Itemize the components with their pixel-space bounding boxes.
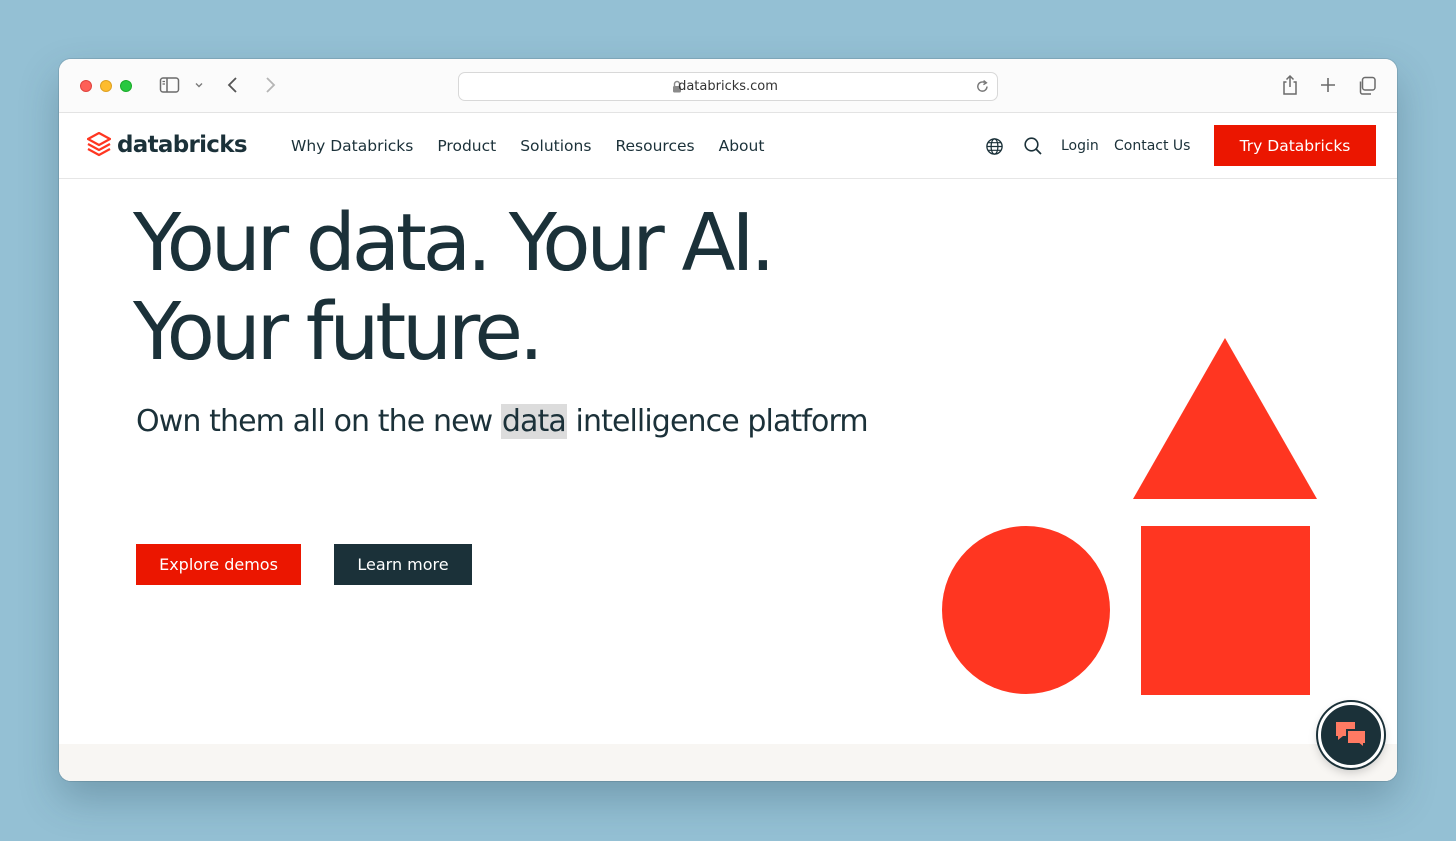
databricks-logo-icon <box>87 132 111 157</box>
share-icon[interactable] <box>1281 74 1299 96</box>
browser-toolbar: databricks.com <box>59 59 1397 113</box>
square-shape <box>1141 526 1310 695</box>
tabs-overview-icon[interactable] <box>1357 76 1377 96</box>
subline-text-end: intelligence platform <box>566 404 869 439</box>
browser-window: databricks.com databricks Why Databricks… <box>59 59 1397 781</box>
primary-nav: Why Databricks Product Solutions Resourc… <box>291 137 788 155</box>
chevron-down-icon[interactable] <box>194 80 204 90</box>
forward-icon[interactable] <box>263 76 277 94</box>
try-databricks-button[interactable]: Try Databricks <box>1214 125 1376 166</box>
zoom-window-button[interactable] <box>120 80 132 92</box>
hero-headline-line-2: Your future. <box>133 286 544 378</box>
globe-icon[interactable] <box>985 113 1004 179</box>
address-url[interactable]: databricks.com <box>459 79 997 94</box>
back-icon[interactable] <box>226 76 240 94</box>
minimize-window-button[interactable] <box>100 80 112 92</box>
circle-shape <box>942 526 1110 694</box>
logo-text: databricks <box>117 132 248 158</box>
contact-us-link[interactable]: Contact Us <box>1114 138 1190 154</box>
nav-why-databricks[interactable]: Why Databricks <box>291 137 413 155</box>
explore-demos-button[interactable]: Explore demos <box>136 544 301 585</box>
learn-more-button[interactable]: Learn more <box>334 544 472 585</box>
highlighted-word: data <box>500 404 567 439</box>
hero-headline: Your data. Your AI. Your future. <box>133 197 776 378</box>
reload-icon[interactable] <box>975 79 990 99</box>
hero-subheadline: Own them all on the new data intelligenc… <box>136 404 869 439</box>
nav-product[interactable]: Product <box>437 137 496 155</box>
nav-solutions[interactable]: Solutions <box>520 137 591 155</box>
site-navbar: databricks Why Databricks Product Soluti… <box>59 113 1397 179</box>
subline-text-start: Own them all on the new <box>136 404 501 439</box>
chat-bubbles-icon <box>1336 722 1367 751</box>
triangle-shape <box>1133 338 1317 499</box>
chat-widget-button[interactable] <box>1318 702 1384 768</box>
databricks-logo[interactable]: databricks <box>87 132 248 158</box>
new-tab-icon[interactable] <box>1319 76 1337 94</box>
webpage: databricks Why Databricks Product Soluti… <box>59 113 1397 781</box>
hero-headline-line-1: Your data. Your AI. <box>133 197 776 289</box>
search-icon[interactable] <box>1023 113 1043 179</box>
login-link[interactable]: Login <box>1061 138 1099 154</box>
close-window-button[interactable] <box>80 80 92 92</box>
nav-resources[interactable]: Resources <box>615 137 694 155</box>
next-section-band <box>59 744 1397 781</box>
nav-about[interactable]: About <box>719 137 765 155</box>
address-bar[interactable]: databricks.com <box>458 72 998 101</box>
sidebar-icon[interactable] <box>159 76 181 94</box>
